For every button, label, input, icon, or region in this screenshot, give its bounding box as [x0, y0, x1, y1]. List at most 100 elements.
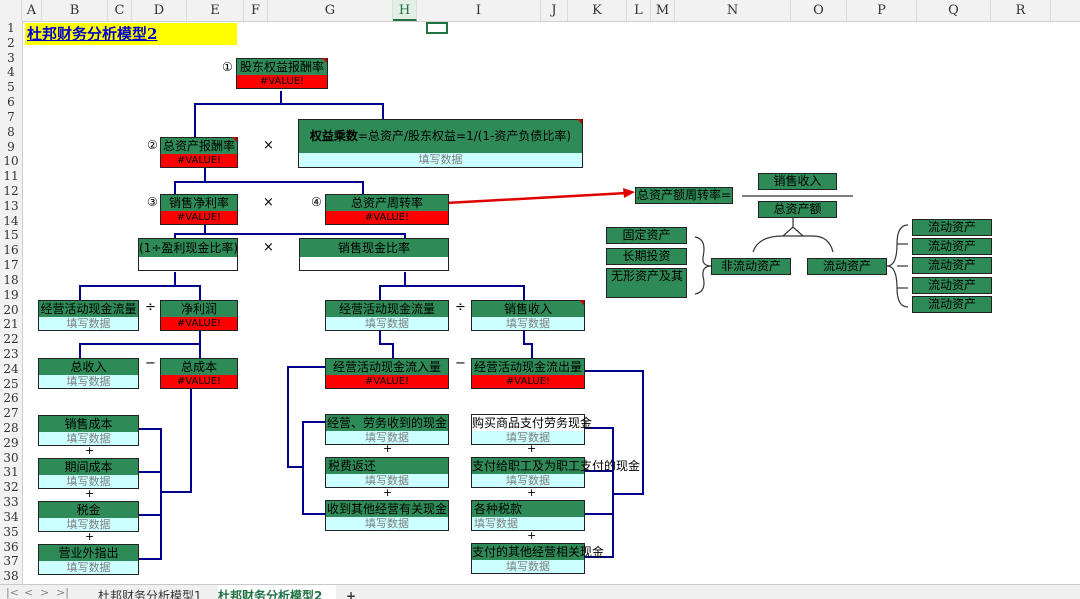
- taxes-paid-block[interactable]: 各种税款 填写数据: [471, 500, 585, 531]
- row-header[interactable]: 27: [0, 407, 22, 419]
- column-header-b[interactable]: B: [42, 0, 108, 21]
- row-header[interactable]: 16: [0, 244, 22, 256]
- sales-revenue-numerator[interactable]: 销售收入: [758, 173, 837, 190]
- row-header[interactable]: 18: [0, 274, 22, 286]
- row-header[interactable]: 1: [0, 22, 22, 34]
- current-assets-box[interactable]: 流动资产: [807, 258, 887, 275]
- prev-sheet-button[interactable]: <: [24, 585, 33, 599]
- row-header[interactable]: 31: [0, 466, 22, 478]
- current-asset-item[interactable]: 流动资产: [912, 257, 992, 274]
- comment-indicator[interactable]: [232, 137, 237, 142]
- current-asset-item[interactable]: 流动资产: [912, 277, 992, 294]
- sales-cash-block[interactable]: 销售现金比率: [299, 238, 449, 271]
- non-operating-block[interactable]: 营业外指出 填写数据: [38, 544, 139, 575]
- row-header[interactable]: 17: [0, 259, 22, 271]
- row-header[interactable]: 28: [0, 422, 22, 434]
- row-header[interactable]: 11: [0, 170, 22, 182]
- other-outflow-input[interactable]: 填写数据: [472, 560, 584, 573]
- non-current-assets-box[interactable]: 非流动资产: [711, 258, 791, 275]
- sheet-tab-2[interactable]: 杜邦财务分析模型2: [218, 585, 336, 599]
- row-header[interactable]: 35: [0, 526, 22, 538]
- row-header[interactable]: 32: [0, 481, 22, 493]
- row-header[interactable]: 24: [0, 363, 22, 375]
- row-header[interactable]: 7: [0, 111, 22, 123]
- cash-from-sales-block[interactable]: 经营、劳务收到的现金 填写数据: [325, 414, 449, 445]
- roa-block[interactable]: 总资产报酬率 #VALUE!: [160, 137, 238, 168]
- total-cost-block[interactable]: 总成本 #VALUE!: [160, 358, 238, 389]
- sales-cash-value[interactable]: [300, 257, 448, 270]
- sales-revenue-input[interactable]: 填写数据: [472, 317, 584, 330]
- column-header-m[interactable]: M: [651, 0, 675, 21]
- long-term-investment-box[interactable]: 长期投资: [606, 248, 687, 265]
- model-title[interactable]: 杜邦财务分析模型2: [25, 23, 237, 45]
- tax-block[interactable]: 税金 填写数据: [38, 501, 139, 532]
- row-header[interactable]: 6: [0, 96, 22, 108]
- row-header[interactable]: 15: [0, 229, 22, 241]
- current-asset-item[interactable]: 流动资产: [912, 238, 992, 255]
- total-assets-denominator[interactable]: 总资产额: [758, 201, 837, 218]
- cash-ratio-block[interactable]: (1÷盈利现金比率): [138, 238, 238, 271]
- turnover-definition[interactable]: 总资产额周转率=: [635, 187, 733, 204]
- cash-ratio-value[interactable]: [139, 257, 237, 270]
- op-cashflow-input[interactable]: 填写数据: [39, 317, 138, 330]
- pay-staff-block[interactable]: 支付给职工及为职工支付的现金 填写数据: [471, 457, 640, 488]
- pay-goods-block[interactable]: 购买商品支付劳务现金 填写数据: [471, 414, 592, 445]
- row-header[interactable]: 25: [0, 378, 22, 390]
- op-outflow-block[interactable]: 经营活动现金流出量 #VALUE!: [471, 358, 585, 389]
- total-revenue-input[interactable]: 填写数据: [39, 375, 138, 388]
- column-header-a[interactable]: A: [22, 0, 42, 21]
- row-header[interactable]: 20: [0, 304, 22, 316]
- column-header-r[interactable]: R: [991, 0, 1051, 21]
- turnover-block[interactable]: 总资产周转率 #VALUE!: [325, 194, 449, 225]
- row-header[interactable]: 5: [0, 81, 22, 93]
- current-asset-item[interactable]: 流动资产: [912, 219, 992, 236]
- column-header-d[interactable]: D: [132, 0, 187, 21]
- roe-block[interactable]: 股东权益报酬率 #VALUE!: [236, 58, 328, 89]
- column-header-p[interactable]: P: [847, 0, 917, 21]
- op-cashflow2-input[interactable]: 填写数据: [326, 317, 448, 330]
- column-header-k[interactable]: K: [568, 0, 627, 21]
- row-header[interactable]: 36: [0, 541, 22, 553]
- active-cell-cursor[interactable]: [426, 22, 448, 34]
- sales-revenue-block[interactable]: 销售收入 填写数据: [471, 300, 585, 331]
- add-sheet-button[interactable]: +: [346, 585, 356, 599]
- sheet-tab-1[interactable]: 杜邦财务分析模型1: [98, 585, 208, 599]
- column-header-g[interactable]: G: [268, 0, 393, 21]
- column-header-j[interactable]: J: [541, 0, 568, 21]
- row-header[interactable]: 8: [0, 126, 22, 138]
- row-header[interactable]: 29: [0, 437, 22, 449]
- other-inflow-block[interactable]: 收到其他经营有关现金 填写数据: [325, 500, 449, 531]
- equity-multiplier-input[interactable]: 填写数据: [299, 153, 582, 167]
- row-header[interactable]: 3: [0, 52, 22, 64]
- non-operating-input[interactable]: 填写数据: [39, 561, 138, 574]
- comment-indicator[interactable]: [322, 58, 327, 63]
- row-header[interactable]: 34: [0, 511, 22, 523]
- row-header[interactable]: 37: [0, 555, 22, 567]
- op-cashflow-left-block[interactable]: 经营活动现金流量 填写数据: [38, 300, 139, 331]
- column-header-o[interactable]: O: [791, 0, 847, 21]
- cost-of-sales-block[interactable]: 销售成本 填写数据: [38, 415, 139, 446]
- other-inflow-input[interactable]: 填写数据: [326, 517, 448, 530]
- select-all-corner[interactable]: [0, 0, 22, 21]
- fixed-assets-box[interactable]: 固定资产: [606, 227, 687, 244]
- row-header[interactable]: 10: [0, 155, 22, 167]
- row-header[interactable]: 2: [0, 37, 22, 49]
- row-header[interactable]: 14: [0, 215, 22, 227]
- column-header-l[interactable]: L: [627, 0, 651, 21]
- row-header[interactable]: 23: [0, 348, 22, 360]
- column-header-h[interactable]: H: [393, 0, 417, 21]
- row-header[interactable]: 12: [0, 185, 22, 197]
- comment-indicator[interactable]: [579, 300, 584, 305]
- current-asset-item[interactable]: 流动资产: [912, 296, 992, 313]
- op-cashflow-right-block[interactable]: 经营活动现金流量 填写数据: [325, 300, 449, 331]
- first-sheet-button[interactable]: |<: [6, 585, 19, 599]
- worksheet-grid[interactable]: 杜邦财务分析模型2 ① 股东权益报酬率 #VALUE! ② 总资产报酬率 #VA…: [23, 22, 1080, 584]
- row-header[interactable]: 22: [0, 333, 22, 345]
- tax-refund-block[interactable]: 税费返还 填写数据: [325, 457, 449, 488]
- row-header[interactable]: 19: [0, 289, 22, 301]
- row-header[interactable]: 4: [0, 66, 22, 78]
- row-header[interactable]: 30: [0, 452, 22, 464]
- next-sheet-button[interactable]: >: [40, 585, 49, 599]
- row-header[interactable]: 9: [0, 141, 22, 153]
- row-header[interactable]: 26: [0, 392, 22, 404]
